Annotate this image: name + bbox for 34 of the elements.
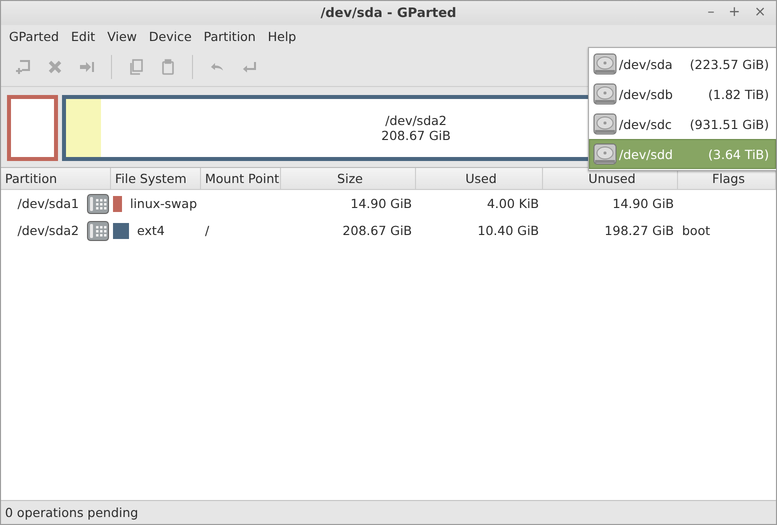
column-header[interactable]: Used (416, 168, 543, 189)
table-cell-text: ext4 (136, 223, 166, 238)
maximize-button[interactable]: + (726, 4, 742, 20)
table-cell-text: boot (681, 223, 712, 238)
status-text: 0 operations pending (5, 505, 138, 520)
table-cell-text: 14.90 GiB (612, 196, 675, 211)
keypad-icon (87, 220, 109, 240)
table-cell-text: 14.90 GiB (350, 196, 413, 211)
table-cell-text: / (204, 223, 210, 238)
menu-item[interactable]: GParted (3, 28, 65, 44)
table-cell-text: 208.67 GiB (342, 223, 413, 238)
column-header[interactable]: Mount Point (201, 168, 281, 189)
column-header[interactable]: File System (111, 168, 201, 189)
device-menu-item[interactable]: /dev/sda (223.57 GiB) (589, 49, 776, 79)
menu-item[interactable]: Edit (65, 28, 102, 44)
partition-label: /dev/sda2 (385, 113, 447, 128)
keypad-icon (87, 194, 109, 214)
table-cell-text: /dev/sda2 (16, 223, 80, 238)
menu-item[interactable]: View (101, 28, 143, 44)
table-cell-text: 198.27 GiB (604, 223, 675, 238)
close-button[interactable]: × (752, 4, 768, 20)
menu-item[interactable]: Help (262, 28, 302, 44)
menu-item[interactable]: Device (142, 28, 198, 44)
table-cell-text: 4.00 KiB (486, 196, 540, 211)
table-cell-text: /dev/sda1 (16, 196, 80, 211)
minimize-button[interactable]: – (706, 4, 717, 20)
column-header[interactable]: Size (281, 168, 416, 189)
menu-item[interactable]: Partition (198, 28, 262, 44)
column-header[interactable]: Partition (1, 168, 111, 189)
table-cell-text: linux-swap (128, 196, 198, 211)
window-title: /dev/sda - GParted (320, 6, 456, 20)
partition-block[interactable] (7, 95, 58, 161)
table-cell-text: 10.40 GiB (476, 223, 540, 238)
partition-size: 208.67 GiB (381, 128, 451, 143)
